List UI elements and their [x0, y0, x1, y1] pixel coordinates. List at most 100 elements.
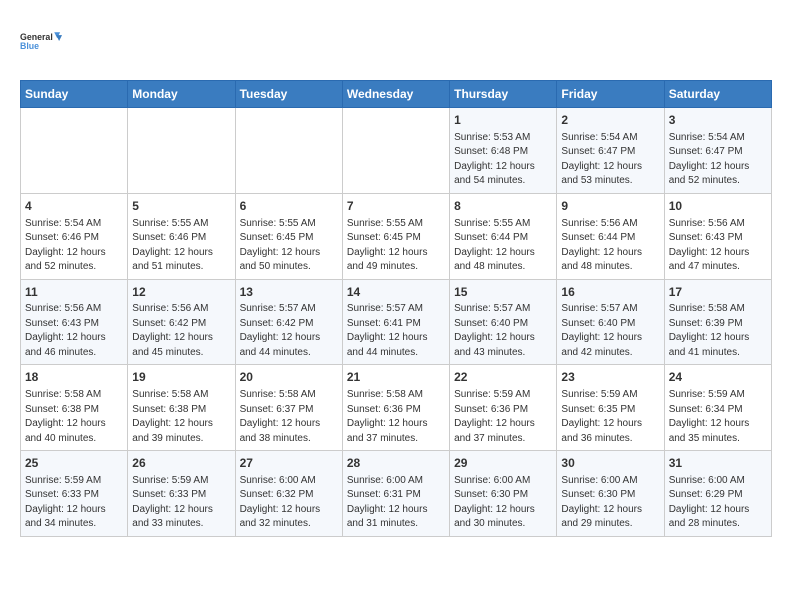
calendar-cell: 23 Sunrise: 5:59 AMSunset: 6:35 PMDayligh… [557, 365, 664, 451]
calendar-cell: 25 Sunrise: 5:59 AMSunset: 6:33 PMDayligh… [21, 451, 128, 537]
day-info: Sunrise: 6:00 AMSunset: 6:30 PMDaylight:… [561, 474, 659, 532]
calendar-week-row: 25 Sunrise: 5:59 AMSunset: 6:33 PMDayligh… [21, 451, 772, 537]
day-number: 20 [240, 369, 338, 386]
day-number: 28 [347, 455, 445, 472]
day-number: 30 [561, 455, 659, 472]
day-number: 23 [561, 369, 659, 386]
calendar-cell: 5Sunrise: 5:55 AMSunset: 6:46 PMDaylight… [128, 193, 235, 279]
calendar-week-row: 11Sunrise: 5:56 AMSunset: 6:43 PMDayligh… [21, 279, 772, 365]
day-info: Sunrise: 5:57 AMSunset: 6:40 PMDaylight:… [454, 302, 552, 360]
weekday-header: Tuesday [235, 81, 342, 108]
calendar-cell: 14Sunrise: 5:57 AMSunset: 6:41 PMDayligh… [342, 279, 449, 365]
day-number: 3 [669, 112, 767, 129]
day-info: Sunrise: 5:53 AMSunset: 6:48 PMDaylight:… [454, 131, 552, 189]
calendar-cell: 1Sunrise: 5:53 AMSunset: 6:48 PMDaylight… [450, 108, 557, 194]
day-number: 13 [240, 284, 338, 301]
day-info: Sunrise: 5:57 AMSunset: 6:41 PMDaylight:… [347, 302, 445, 360]
calendar-cell: 9 Sunrise: 5:56 AMSunset: 6:44 PMDaylight… [557, 193, 664, 279]
day-info: Sunrise: 5:59 AMSunset: 6:33 PMDaylight:… [25, 474, 123, 532]
day-number: 17 [669, 284, 767, 301]
calendar-week-row: 4Sunrise: 5:54 AMSunset: 6:46 PMDaylight… [21, 193, 772, 279]
day-number: 29 [454, 455, 552, 472]
calendar-cell: 7 Sunrise: 5:55 AMSunset: 6:45 PMDaylight… [342, 193, 449, 279]
calendar-table: SundayMondayTuesdayWednesdayThursdayFrid… [20, 80, 772, 537]
calendar-cell: 11Sunrise: 5:56 AMSunset: 6:43 PMDayligh… [21, 279, 128, 365]
calendar-cell: 3 Sunrise: 5:54 AMSunset: 6:47 PMDaylight… [664, 108, 771, 194]
day-info: Sunrise: 6:00 AMSunset: 6:29 PMDaylight:… [669, 474, 767, 532]
calendar-cell: 31Sunrise: 6:00 AMSunset: 6:29 PMDayligh… [664, 451, 771, 537]
calendar-cell: 6Sunrise: 5:55 AMSunset: 6:45 PMDaylight… [235, 193, 342, 279]
calendar-week-row: 18 Sunrise: 5:58 AMSunset: 6:38 PMDayligh… [21, 365, 772, 451]
header: General Blue [20, 20, 772, 64]
day-info: Sunrise: 5:56 AMSunset: 6:43 PMDaylight:… [669, 217, 767, 275]
weekday-header: Wednesday [342, 81, 449, 108]
calendar-cell: 2 Sunrise: 5:54 AMSunset: 6:47 PMDaylight… [557, 108, 664, 194]
day-info: Sunrise: 5:54 AMSunset: 6:47 PMDaylight:… [669, 131, 767, 189]
calendar-cell [342, 108, 449, 194]
day-info: Sunrise: 5:54 AMSunset: 6:47 PMDaylight:… [561, 131, 659, 189]
calendar-cell: 30 Sunrise: 6:00 AMSunset: 6:30 PMDayligh… [557, 451, 664, 537]
calendar-cell: 19 Sunrise: 5:58 AMSunset: 6:38 PMDayligh… [128, 365, 235, 451]
calendar-cell [128, 108, 235, 194]
day-number: 27 [240, 455, 338, 472]
day-number: 24 [669, 369, 767, 386]
day-number: 21 [347, 369, 445, 386]
day-number: 15 [454, 284, 552, 301]
day-number: 9 [561, 198, 659, 215]
calendar-cell: 24 Sunrise: 5:59 AMSunset: 6:34 PMDayligh… [664, 365, 771, 451]
day-number: 14 [347, 284, 445, 301]
day-number: 2 [561, 112, 659, 129]
weekday-header: Monday [128, 81, 235, 108]
day-number: 18 [25, 369, 123, 386]
day-info: Sunrise: 5:59 AMSunset: 6:35 PMDaylight:… [561, 388, 659, 446]
svg-text:Blue: Blue [20, 41, 39, 51]
calendar-cell: 16Sunrise: 5:57 AMSunset: 6:40 PMDayligh… [557, 279, 664, 365]
weekday-header-row: SundayMondayTuesdayWednesdayThursdayFrid… [21, 81, 772, 108]
day-info: Sunrise: 5:59 AMSunset: 6:33 PMDaylight:… [132, 474, 230, 532]
weekday-header: Thursday [450, 81, 557, 108]
day-info: Sunrise: 5:58 AMSunset: 6:38 PMDaylight:… [132, 388, 230, 446]
day-info: Sunrise: 5:58 AMSunset: 6:38 PMDaylight:… [25, 388, 123, 446]
day-number: 5 [132, 198, 230, 215]
calendar-cell: 21 Sunrise: 5:58 AMSunset: 6:36 PMDayligh… [342, 365, 449, 451]
calendar-cell: 28Sunrise: 6:00 AMSunset: 6:31 PMDayligh… [342, 451, 449, 537]
logo-svg: General Blue [20, 20, 64, 64]
day-info: Sunrise: 6:00 AMSunset: 6:32 PMDaylight:… [240, 474, 338, 532]
logo: General Blue [20, 20, 64, 64]
calendar-cell: 27 Sunrise: 6:00 AMSunset: 6:32 PMDayligh… [235, 451, 342, 537]
day-info: Sunrise: 5:58 AMSunset: 6:39 PMDaylight:… [669, 302, 767, 360]
day-info: Sunrise: 5:55 AMSunset: 6:45 PMDaylight:… [347, 217, 445, 275]
calendar-week-row: 1Sunrise: 5:53 AMSunset: 6:48 PMDaylight… [21, 108, 772, 194]
day-number: 11 [25, 284, 123, 301]
calendar-cell [21, 108, 128, 194]
day-info: Sunrise: 5:56 AMSunset: 6:43 PMDaylight:… [25, 302, 123, 360]
day-info: Sunrise: 5:56 AMSunset: 6:44 PMDaylight:… [561, 217, 659, 275]
calendar-cell: 18 Sunrise: 5:58 AMSunset: 6:38 PMDayligh… [21, 365, 128, 451]
day-info: Sunrise: 5:58 AMSunset: 6:36 PMDaylight:… [347, 388, 445, 446]
weekday-header: Saturday [664, 81, 771, 108]
day-number: 19 [132, 369, 230, 386]
day-number: 10 [669, 198, 767, 215]
calendar-cell: 22Sunrise: 5:59 AMSunset: 6:36 PMDayligh… [450, 365, 557, 451]
calendar-cell: 10 Sunrise: 5:56 AMSunset: 6:43 PMDayligh… [664, 193, 771, 279]
weekday-header: Friday [557, 81, 664, 108]
day-info: Sunrise: 5:57 AMSunset: 6:40 PMDaylight:… [561, 302, 659, 360]
day-number: 7 [347, 198, 445, 215]
day-info: Sunrise: 5:55 AMSunset: 6:44 PMDaylight:… [454, 217, 552, 275]
day-info: Sunrise: 5:57 AMSunset: 6:42 PMDaylight:… [240, 302, 338, 360]
day-info: Sunrise: 6:00 AMSunset: 6:30 PMDaylight:… [454, 474, 552, 532]
day-number: 25 [25, 455, 123, 472]
day-number: 12 [132, 284, 230, 301]
day-number: 6 [240, 198, 338, 215]
calendar-cell: 8 Sunrise: 5:55 AMSunset: 6:44 PMDaylight… [450, 193, 557, 279]
calendar-cell: 17Sunrise: 5:58 AMSunset: 6:39 PMDayligh… [664, 279, 771, 365]
day-number: 16 [561, 284, 659, 301]
day-info: Sunrise: 5:56 AMSunset: 6:42 PMDaylight:… [132, 302, 230, 360]
day-info: Sunrise: 5:59 AMSunset: 6:34 PMDaylight:… [669, 388, 767, 446]
calendar-cell: 15Sunrise: 5:57 AMSunset: 6:40 PMDayligh… [450, 279, 557, 365]
day-number: 8 [454, 198, 552, 215]
calendar-cell: 26Sunrise: 5:59 AMSunset: 6:33 PMDayligh… [128, 451, 235, 537]
day-info: Sunrise: 5:54 AMSunset: 6:46 PMDaylight:… [25, 217, 123, 275]
day-info: Sunrise: 5:58 AMSunset: 6:37 PMDaylight:… [240, 388, 338, 446]
calendar-cell: 29 Sunrise: 6:00 AMSunset: 6:30 PMDayligh… [450, 451, 557, 537]
